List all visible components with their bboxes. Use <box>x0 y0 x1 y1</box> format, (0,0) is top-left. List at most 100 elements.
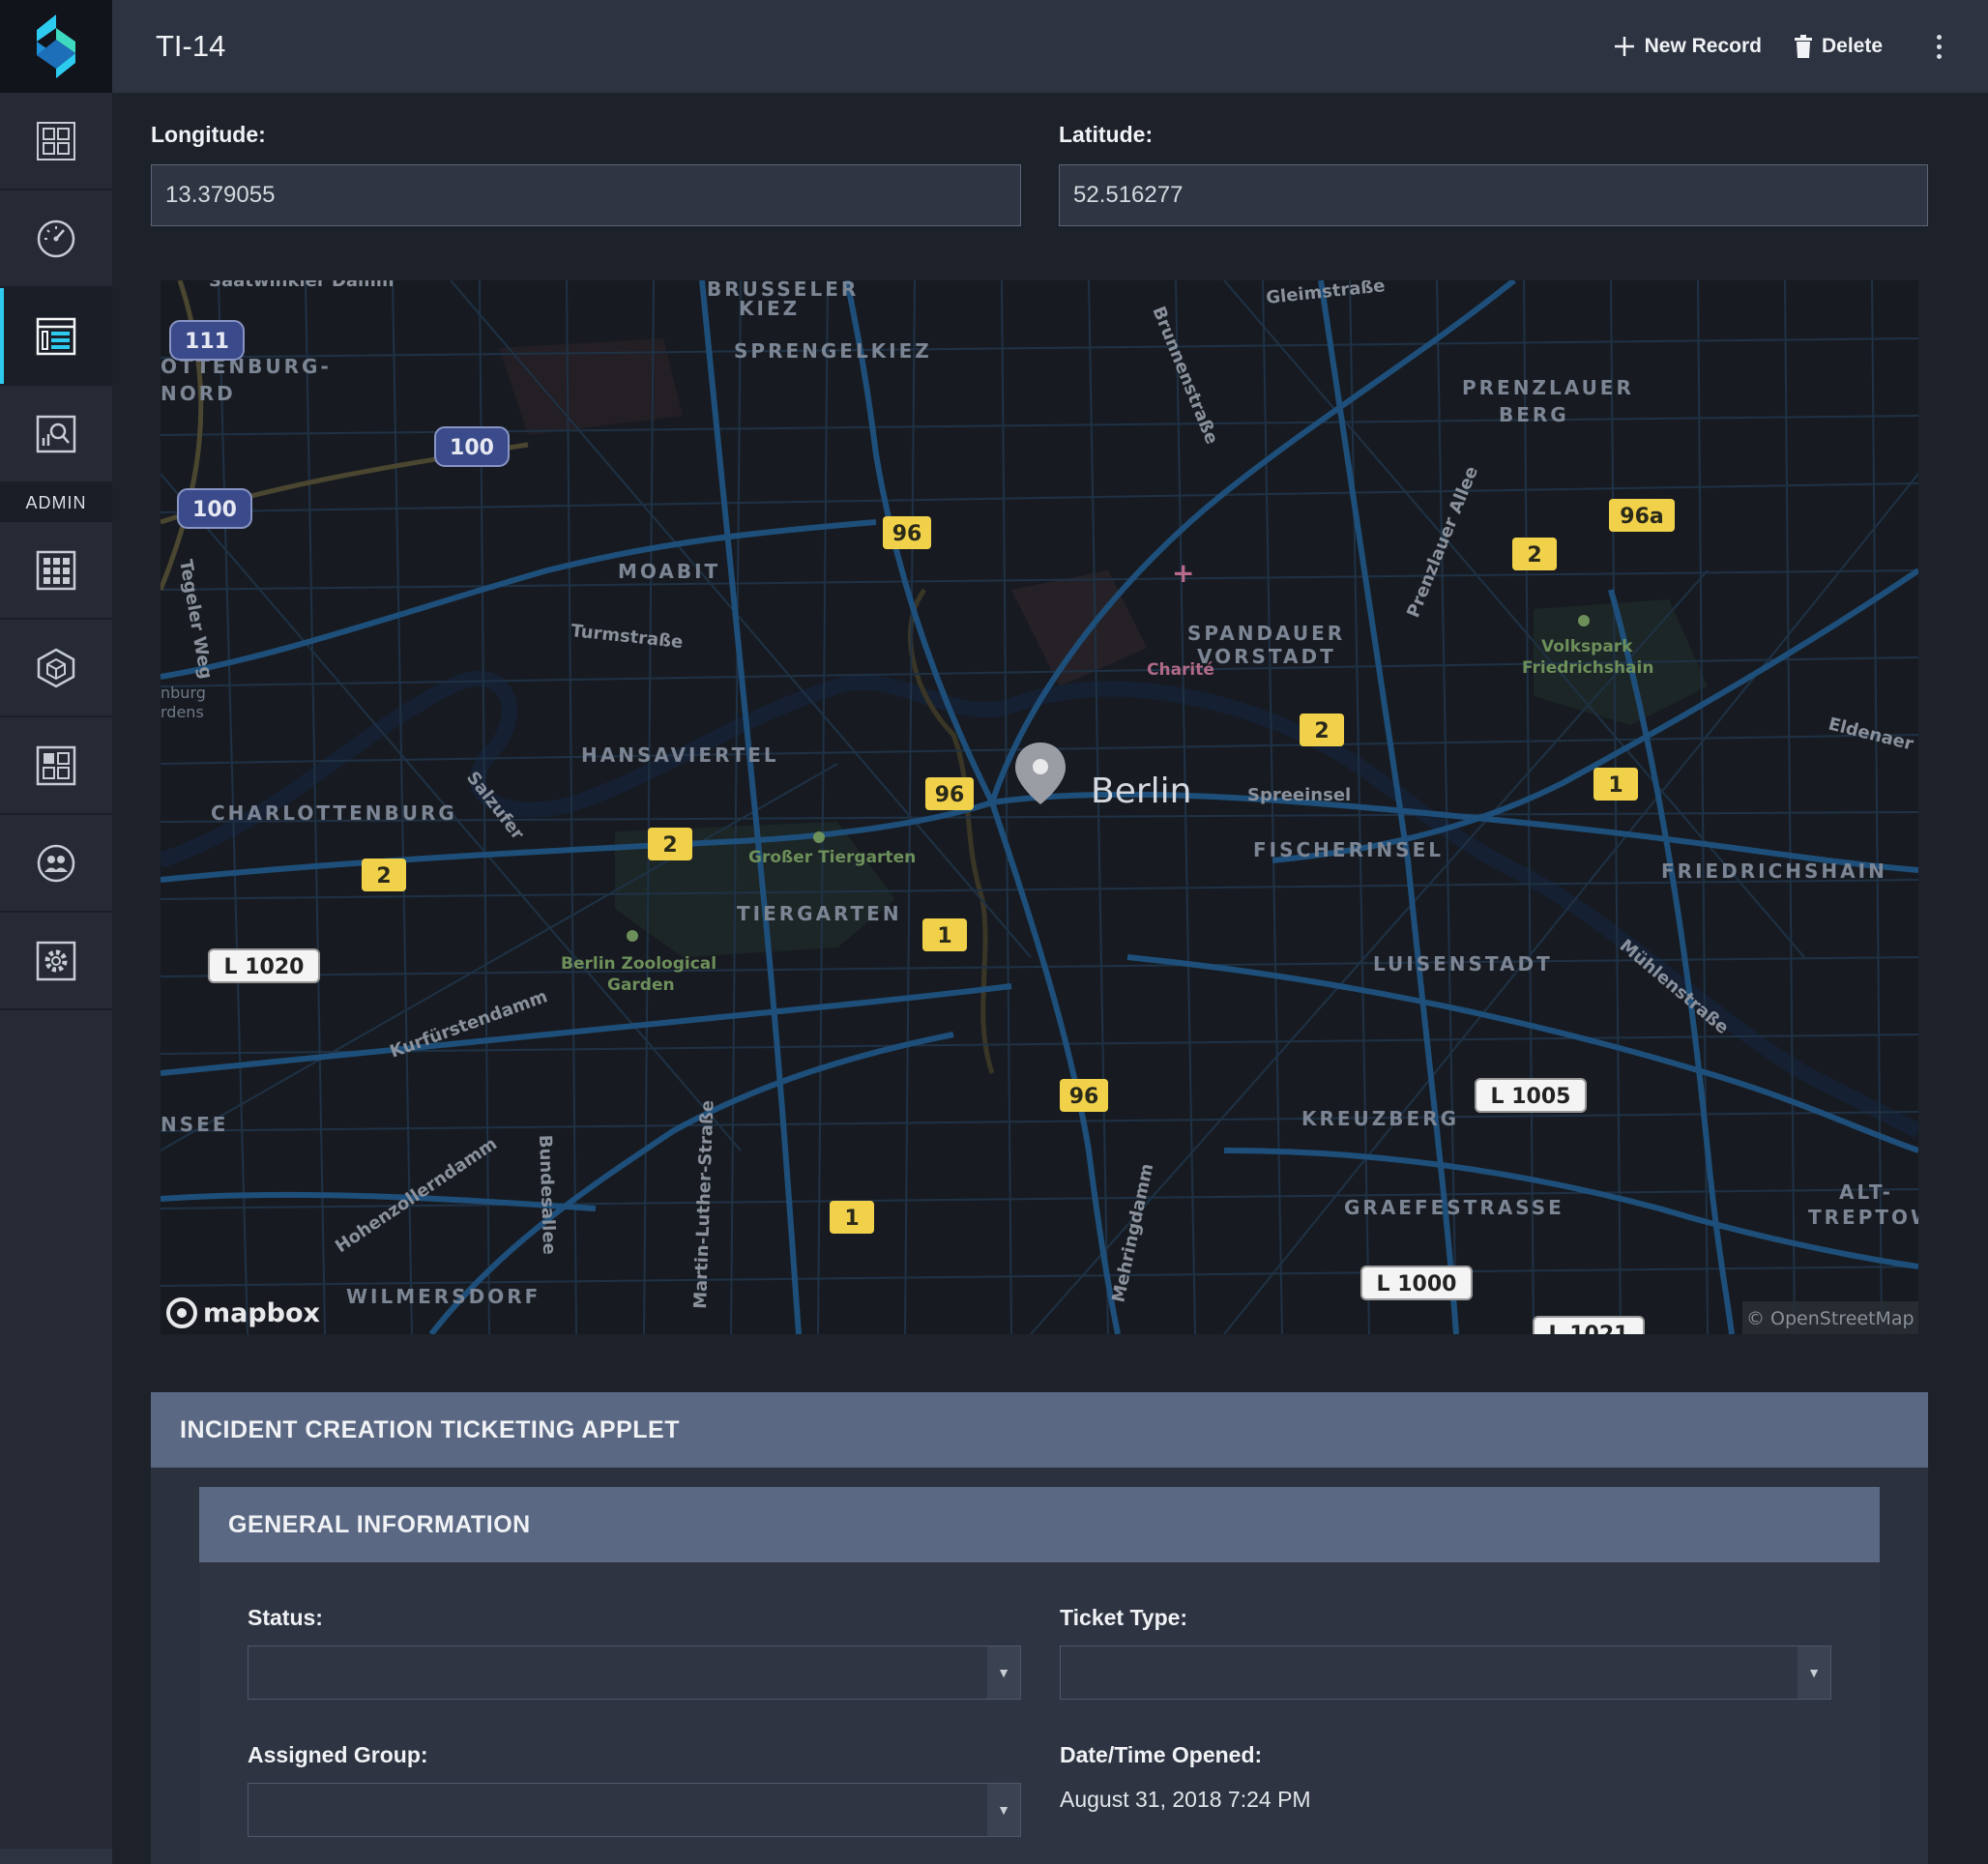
date-opened-label: Date/Time Opened: <box>1060 1742 1263 1767</box>
sidebar-footer <box>0 1849 112 1864</box>
general-information-title[interactable]: GENERAL INFORMATION <box>199 1487 1880 1562</box>
status-dropdown-icon[interactable]: ▼ <box>987 1646 1020 1699</box>
road-shield-b96a: 96a <box>1609 499 1675 532</box>
users-icon <box>37 844 75 882</box>
longitude-label: Longitude: <box>151 122 266 147</box>
road-shield-b96-1: 96 <box>883 516 931 549</box>
latitude-input[interactable]: 52.516277 <box>1059 164 1928 226</box>
sidebar-item-records[interactable] <box>0 288 112 386</box>
sidebar-item-dashboards[interactable] <box>0 93 112 190</box>
ticket-type-dropdown-icon[interactable]: ▼ <box>1798 1646 1830 1699</box>
map-zoo-icon <box>627 930 638 942</box>
app-logo[interactable] <box>0 0 112 93</box>
sidebar-item-plugins[interactable] <box>0 620 112 717</box>
general-information-section: GENERAL INFORMATION Status: ▼ Ticket Typ… <box>199 1487 1880 1864</box>
svg-text:2: 2 <box>1314 719 1329 743</box>
road-shield-l1020: L 1020 <box>208 948 320 983</box>
road-shield-b2-3: 2 <box>648 828 692 860</box>
map-label-alt-treptow-1: ALT- <box>1839 1180 1893 1204</box>
svg-text:2: 2 <box>662 833 677 858</box>
sidebar-item-search[interactable] <box>0 386 112 483</box>
svg-text:100: 100 <box>192 498 237 522</box>
map-street-top-left: Saatwinkler Damm <box>209 280 395 291</box>
status-select[interactable]: ▼ <box>248 1646 1021 1700</box>
map-hospital-icon: + <box>1172 557 1194 589</box>
workspaces-icon <box>36 745 76 785</box>
search-report-icon <box>36 415 76 452</box>
svg-text:2: 2 <box>376 864 391 888</box>
map-label-luisenstadt: LUISENSTADT <box>1373 952 1553 976</box>
map-label-graefestrasse: GRAEFESTRASSE <box>1344 1196 1564 1219</box>
assigned-group-dropdown-icon[interactable]: ▼ <box>987 1784 1020 1836</box>
incident-applet-section: INCIDENT CREATION TICKETING APPLET GENER… <box>151 1392 1928 1864</box>
svg-text:96: 96 <box>892 522 922 546</box>
svg-text:L 1005: L 1005 <box>1491 1085 1571 1109</box>
new-record-button[interactable]: New Record <box>1614 35 1762 58</box>
sidebar-item-users[interactable] <box>0 815 112 913</box>
map-park-icon <box>813 831 825 843</box>
map-label-prenzlauer-2: BERG <box>1499 403 1569 426</box>
map-label-friedrichshain: FRIEDRICHSHAIN <box>1661 859 1887 883</box>
new-record-label: New Record <box>1644 35 1762 57</box>
swimlane-logo-icon <box>37 15 75 78</box>
sidebar: ADMIN <box>0 0 112 1864</box>
sidebar-item-settings[interactable] <box>0 913 112 1010</box>
sidebar-item-reports[interactable] <box>0 190 112 288</box>
road-shield-b1-1: 1 <box>1593 768 1638 801</box>
settings-icon <box>36 941 76 980</box>
date-opened-value: August 31, 2018 7:24 PM <box>1060 1787 1311 1812</box>
road-shield-b96-2: 96 <box>925 777 974 810</box>
svg-text:L 1021: L 1021 <box>1549 1323 1629 1334</box>
svg-text:mapbox: mapbox <box>203 1298 320 1328</box>
latitude-label: Latitude: <box>1059 122 1154 147</box>
road-shield-l1005: L 1005 <box>1475 1078 1587 1113</box>
svg-text:96: 96 <box>935 783 965 807</box>
applet-title[interactable]: INCIDENT CREATION TICKETING APPLET <box>151 1392 1928 1468</box>
map-city-label: Berlin <box>1091 772 1191 811</box>
map-label-moabit: MOABIT <box>618 560 720 583</box>
map-label-spandauer-2: VORSTADT <box>1197 645 1336 668</box>
map-label-spandauer-1: SPANDAUER <box>1187 622 1345 645</box>
assigned-group-select[interactable]: ▼ <box>248 1783 1021 1837</box>
road-shield-b1-2: 1 <box>922 918 967 951</box>
svg-text:1: 1 <box>1608 773 1623 798</box>
map-poi-volkspark-2: Friedrichshain <box>1522 658 1653 678</box>
map-label-charlottenburg-nord-2: NORD <box>161 382 236 405</box>
sidebar-item-workspaces[interactable] <box>0 717 112 815</box>
assigned-group-label: Assigned Group: <box>248 1742 428 1767</box>
svg-text:L 1020: L 1020 <box>224 955 305 979</box>
record-content: Longitude: 13.379055 Latitude: 52.516277 <box>112 93 1988 1864</box>
map-label-fischerinsel: FISCHERINSEL <box>1253 838 1444 861</box>
map-poi-tiergarten: Großer Tiergarten <box>748 848 916 867</box>
map-volkspark-icon <box>1578 615 1590 626</box>
status-label: Status: <box>248 1605 323 1630</box>
delete-button[interactable]: Delete <box>1794 35 1883 58</box>
svg-text:96: 96 <box>1069 1085 1099 1109</box>
road-shield-a100-1: 100 <box>434 426 510 467</box>
more-options-icon[interactable] <box>1929 31 1949 63</box>
admin-section-label: ADMIN <box>0 483 112 522</box>
map-label-nsee: NSEE <box>161 1113 228 1136</box>
road-shield-l1000: L 1000 <box>1360 1266 1473 1300</box>
map-poi-charite: Charité <box>1147 660 1214 680</box>
svg-text:100: 100 <box>450 436 494 460</box>
map-label-charlottenburg: CHARLOTTENBURG <box>211 801 457 825</box>
openstreetmap-attribution[interactable]: © OpenStreetMap <box>1746 1308 1915 1329</box>
svg-text:1: 1 <box>844 1207 859 1231</box>
records-list-icon <box>36 317 76 355</box>
ticket-type-select[interactable]: ▼ <box>1060 1646 1831 1700</box>
delete-label: Delete <box>1821 35 1883 57</box>
location-map[interactable]: BRUSSELER KIEZ SPRENGELKIEZ PRENZLAUER B… <box>161 280 1918 1334</box>
speedometer-icon <box>37 219 75 257</box>
road-shield-a111: 111 <box>169 320 245 361</box>
record-header: TI-14 New Record Delete <box>112 0 1988 93</box>
road-shield-b2-2: 2 <box>1300 714 1344 746</box>
sidebar-item-applications[interactable] <box>0 522 112 620</box>
admin-apps-grid-icon <box>36 550 76 590</box>
map-poi-zoo-2: Garden <box>607 976 675 995</box>
map-label-alt-treptow-2: TREPTOW <box>1808 1206 1918 1229</box>
trash-icon <box>1794 35 1812 58</box>
plus-icon <box>1614 37 1634 56</box>
longitude-input[interactable]: 13.379055 <box>151 164 1021 226</box>
svg-text:111: 111 <box>185 330 229 354</box>
